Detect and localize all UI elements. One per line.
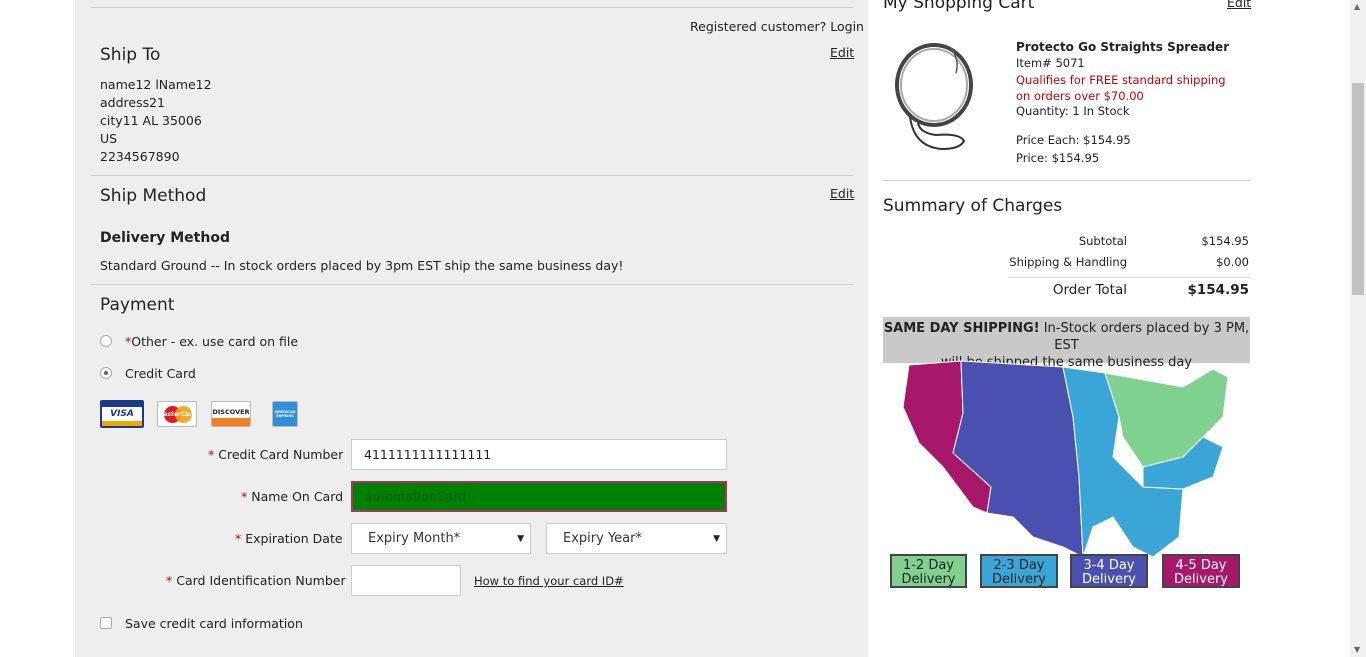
- page-scrollbar[interactable]: ▲ ▼: [1350, 0, 1366, 657]
- product-item-number: Item# 5071: [1016, 56, 1085, 70]
- divider: [91, 7, 853, 8]
- ship-to-city: city11 AL 35006: [100, 113, 202, 128]
- mastercard-card-icon[interactable]: MasterCard: [157, 401, 197, 427]
- ship-method-edit-link[interactable]: Edit: [830, 186, 854, 201]
- legend-3-4-day: 3-4 Day Delivery: [1070, 554, 1148, 588]
- credit-card-label: Credit Card: [125, 366, 196, 381]
- order-total-label: Order Total: [1052, 282, 1127, 298]
- legend-2-3-day: 2-3 Day Delivery: [980, 554, 1058, 588]
- divider: [91, 284, 853, 285]
- card-id-help-link[interactable]: How to find your card ID#: [474, 574, 624, 588]
- product-name[interactable]: Protecto Go Straights Spreader: [1016, 40, 1229, 54]
- ship-to-phone: 2234567890: [100, 149, 180, 164]
- scroll-up-icon[interactable]: ▲: [1354, 2, 1360, 11]
- legend-1-2-day: 1-2 Day Delivery: [890, 554, 967, 588]
- visa-card-icon[interactable]: VISA: [100, 400, 144, 428]
- other-payment-radio[interactable]: [100, 335, 112, 347]
- cart-title: My Shopping Cart: [883, 0, 1035, 13]
- ship-to-address: address21: [100, 95, 166, 110]
- discover-card-icon[interactable]: DISCOVER: [211, 401, 251, 427]
- product-price: Price: $154.95: [1016, 151, 1100, 165]
- ship-to-title: Ship To: [100, 45, 161, 65]
- free-shipping-note: Qualifies for FREE standard shipping on …: [1016, 73, 1226, 103]
- divider: [883, 180, 1250, 181]
- card-number-input[interactable]: 4111111111111111: [351, 439, 727, 470]
- expiry-month-value: Expiry Month*: [368, 531, 461, 546]
- scroll-down-icon[interactable]: ▼: [1354, 645, 1360, 654]
- chevron-down-icon: ▼: [517, 533, 524, 544]
- delivery-method-description: Standard Ground -- In stock orders place…: [100, 258, 624, 273]
- amex-card-icon[interactable]: AMERICAN EXPRESS: [272, 401, 298, 427]
- expiry-year-value: Expiry Year*: [563, 531, 642, 546]
- save-card-label: Save credit card information: [125, 616, 303, 631]
- checkout-panel: [75, 0, 868, 657]
- card-id-input[interactable]: [351, 565, 461, 596]
- product-quantity: Quantity: 1 In Stock: [1016, 104, 1130, 118]
- name-on-card-label: * Name On Card: [241, 489, 344, 504]
- expiry-month-select[interactable]: Expiry Month* ▼: [351, 523, 531, 554]
- product-image: [895, 43, 973, 151]
- name-on-card-input[interactable]: automationCard: [351, 481, 727, 512]
- order-total-value: $154.95: [1187, 282, 1250, 298]
- payment-title: Payment: [100, 295, 175, 315]
- login-link[interactable]: Registered customer? Login: [690, 19, 864, 34]
- chevron-down-icon: ▼: [713, 533, 720, 544]
- divider: [91, 175, 853, 176]
- ship-to-edit-link[interactable]: Edit: [830, 45, 854, 60]
- delivery-method-title: Delivery Method: [100, 230, 230, 246]
- save-card-checkbox[interactable]: [100, 617, 112, 629]
- divider: [1008, 277, 1250, 278]
- ship-to-name: name12 lName12: [100, 77, 212, 92]
- shipping-label: Shipping & Handling: [1009, 255, 1127, 269]
- shipping-value: $0.00: [1216, 255, 1249, 269]
- ship-method-title: Ship Method: [100, 186, 207, 206]
- card-id-label: * Card Identification Number: [166, 573, 346, 588]
- credit-card-radio[interactable]: [100, 367, 112, 379]
- summary-title: Summary of Charges: [883, 196, 1063, 216]
- subtotal-label: Subtotal: [1078, 234, 1127, 248]
- product-price-each: Price Each: $154.95: [1016, 133, 1131, 147]
- ship-to-country: US: [100, 131, 118, 146]
- expiration-label: * Expiration Date: [235, 531, 343, 546]
- legend-4-5-day: 4-5 Day Delivery: [1162, 554, 1240, 588]
- shipping-zones-map: SAME DAY SHIPPING! In-Stock orders place…: [883, 317, 1250, 592]
- card-number-label: * Credit Card Number: [208, 447, 344, 462]
- subtotal-value: $154.95: [1201, 234, 1249, 248]
- cart-edit-link[interactable]: Edit: [1227, 0, 1251, 10]
- us-map-graphic: [902, 360, 1229, 557]
- other-payment-label: *Other - ex. use card on file: [125, 334, 299, 349]
- scrollbar-thumb[interactable]: [1352, 83, 1364, 295]
- expiry-year-select[interactable]: Expiry Year* ▼: [546, 523, 727, 554]
